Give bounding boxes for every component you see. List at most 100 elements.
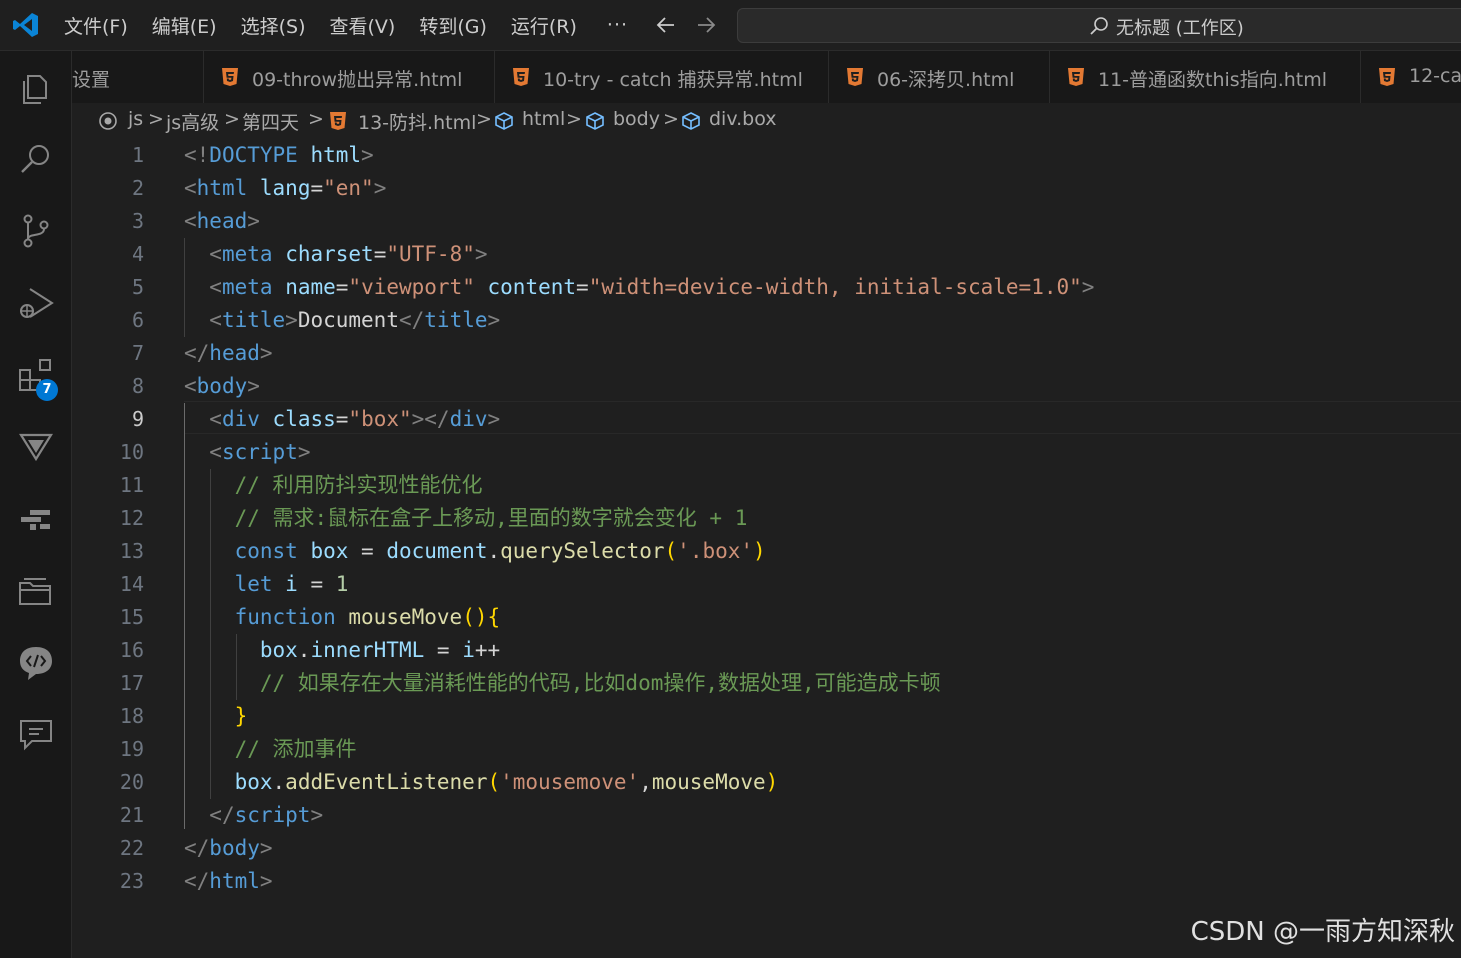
code-line[interactable]: <script> bbox=[184, 436, 310, 469]
code-token: ( bbox=[664, 539, 678, 563]
tab-label: 11-普通函数this指向.html bbox=[1098, 69, 1328, 91]
breadcrumb-js-advanced[interactable]: js高级 bbox=[166, 108, 219, 135]
tab-12-call[interactable]: 12-cal bbox=[1361, 51, 1461, 103]
code-token: "UTF-8" bbox=[386, 242, 475, 266]
search-icon[interactable] bbox=[16, 139, 56, 179]
breadcrumb-separator: > bbox=[566, 108, 582, 130]
code-token: html bbox=[196, 176, 248, 200]
code-line[interactable]: box.addEventListener('mousemove',mouseMo… bbox=[184, 766, 779, 799]
code-line[interactable]: <html lang="en"> bbox=[184, 172, 386, 205]
code-token: function bbox=[234, 605, 336, 629]
breadcrumb-day4[interactable]: 第四天 bbox=[242, 108, 299, 135]
code-token: document bbox=[386, 539, 488, 563]
code-line[interactable]: <head> bbox=[184, 205, 260, 238]
menu-file[interactable]: 文件(F) bbox=[64, 12, 128, 39]
code-line[interactable]: <body> bbox=[184, 370, 260, 403]
code-line[interactable]: // 添加事件 bbox=[184, 733, 357, 766]
code-token: div bbox=[449, 407, 488, 431]
code-token: , bbox=[639, 770, 652, 794]
code-line[interactable]: <!DOCTYPE html> bbox=[184, 139, 374, 172]
line-number: 8 bbox=[131, 374, 144, 398]
remote-icon[interactable] bbox=[16, 499, 56, 539]
code-token: // 利用防抖实现性能优化 bbox=[234, 473, 483, 497]
code-token: // 需求:鼠标在盒子上移动,里面的数字就会变化 + 1 bbox=[234, 506, 748, 530]
code-line[interactable]: </head> bbox=[184, 337, 273, 370]
code-token: < bbox=[209, 407, 222, 431]
html5-icon bbox=[222, 68, 238, 86]
source-control-icon[interactable] bbox=[16, 211, 56, 251]
breadcrumb-div-box[interactable]: div.box bbox=[709, 108, 777, 130]
code-line[interactable]: // 需求:鼠标在盒子上移动,里面的数字就会变化 + 1 bbox=[184, 502, 748, 535]
run-debug-icon[interactable] bbox=[16, 283, 56, 323]
code-token: = bbox=[424, 638, 463, 662]
tab-10-try-catch[interactable]: 10-try - catch 捕获异常.html bbox=[495, 51, 829, 103]
tab-06-deep-copy[interactable]: 06-深拷贝.html bbox=[829, 51, 1050, 103]
menu-run[interactable]: 运行(R) bbox=[511, 12, 577, 39]
tab-settings[interactable]: 设置 bbox=[72, 51, 204, 103]
code-line[interactable]: box.innerHTML = i++ bbox=[184, 634, 500, 667]
search-icon bbox=[1090, 17, 1108, 35]
tab-09-throw[interactable]: 09-throw抛出异常.html bbox=[204, 51, 495, 103]
code-token: ></ bbox=[411, 407, 450, 431]
explorer-icon[interactable] bbox=[16, 68, 56, 108]
html5-icon bbox=[513, 68, 529, 86]
vscode-logo-icon[interactable] bbox=[12, 11, 40, 39]
code-token: </ bbox=[184, 341, 210, 365]
code-token: "en" bbox=[323, 176, 374, 200]
code-line[interactable]: </body> bbox=[184, 832, 273, 865]
menu-bar: 文件(F) 编辑(E) 选择(S) 查看(V) 转到(G) 运行(R) ··· bbox=[64, 0, 628, 50]
code-line[interactable]: </html> bbox=[184, 865, 273, 898]
menu-view[interactable]: 查看(V) bbox=[330, 12, 396, 39]
command-center-search[interactable]: 无标题 (工作区) bbox=[737, 8, 1461, 43]
breadcrumb-separator: > bbox=[224, 108, 240, 130]
breadcrumb-body[interactable]: body bbox=[613, 108, 660, 130]
breadcrumb-file[interactable]: 13-防抖.html bbox=[358, 108, 476, 135]
code-token: meta bbox=[221, 242, 273, 266]
testing-icon[interactable] bbox=[16, 426, 56, 466]
code-line[interactable]: <title>Document</title> bbox=[184, 304, 500, 337]
folders-icon[interactable] bbox=[16, 571, 56, 611]
breadcrumb-js[interactable]: js bbox=[128, 108, 143, 130]
back-arrow-icon[interactable] bbox=[654, 13, 678, 37]
code-line[interactable]: let i = 1 bbox=[184, 568, 349, 601]
code-token: </ bbox=[209, 803, 235, 827]
tab-11-this[interactable]: 11-普通函数this指向.html bbox=[1050, 51, 1361, 103]
code-line[interactable]: // 利用防抖实现性能优化 bbox=[184, 469, 483, 502]
html5-icon bbox=[330, 112, 346, 130]
code-line[interactable]: const box = document.querySelector('.box… bbox=[184, 535, 766, 568]
cube-icon bbox=[586, 112, 604, 130]
code-line[interactable]: } bbox=[184, 700, 248, 733]
code-token: > bbox=[259, 341, 273, 365]
comments-icon[interactable] bbox=[16, 715, 56, 755]
code-token: "box" bbox=[348, 407, 412, 431]
live-share-icon[interactable] bbox=[16, 643, 56, 683]
cube-icon bbox=[495, 112, 513, 130]
menu-go[interactable]: 转到(G) bbox=[419, 12, 487, 39]
menu-more-button[interactable]: ··· bbox=[607, 14, 628, 36]
breadcrumb: js > js高级 > 第四天 > 13-防抖.html > html > bo… bbox=[72, 103, 1461, 139]
code-line[interactable]: <meta charset="UTF-8"> bbox=[184, 238, 487, 271]
code-token: mouseMove bbox=[651, 770, 766, 794]
forward-arrow-icon[interactable] bbox=[694, 13, 718, 37]
code-token: > bbox=[285, 308, 298, 332]
line-number: 3 bbox=[131, 209, 144, 233]
code-token: const bbox=[234, 539, 298, 563]
code-line[interactable]: <meta name="viewport" content="width=dev… bbox=[184, 271, 1094, 304]
code-token: > bbox=[310, 803, 324, 827]
code-line[interactable]: <div class="box"></div> bbox=[184, 403, 500, 436]
code-line[interactable]: // 如果存在大量消耗性能的代码,比如dom操作,数据处理,可能造成卡顿 bbox=[184, 667, 941, 700]
code-token: > bbox=[487, 308, 501, 332]
code-line[interactable]: function mouseMove(){ bbox=[184, 601, 501, 634]
menu-selection[interactable]: 选择(S) bbox=[241, 12, 306, 39]
title-bar: 文件(F) 编辑(E) 选择(S) 查看(V) 转到(G) 运行(R) ··· … bbox=[0, 0, 1461, 51]
code-line[interactable]: </script> bbox=[184, 799, 323, 832]
code-editor[interactable]: 1 2 3 4 5 6 7 8 9 10 11 12 13 14 15 16 17 18 19 20 21 22 23 <!… bbox=[72, 139, 1461, 958]
menu-edit[interactable]: 编辑(E) bbox=[152, 12, 217, 39]
breadcrumb-html[interactable]: html bbox=[522, 108, 565, 130]
line-number: 2 bbox=[131, 176, 144, 200]
